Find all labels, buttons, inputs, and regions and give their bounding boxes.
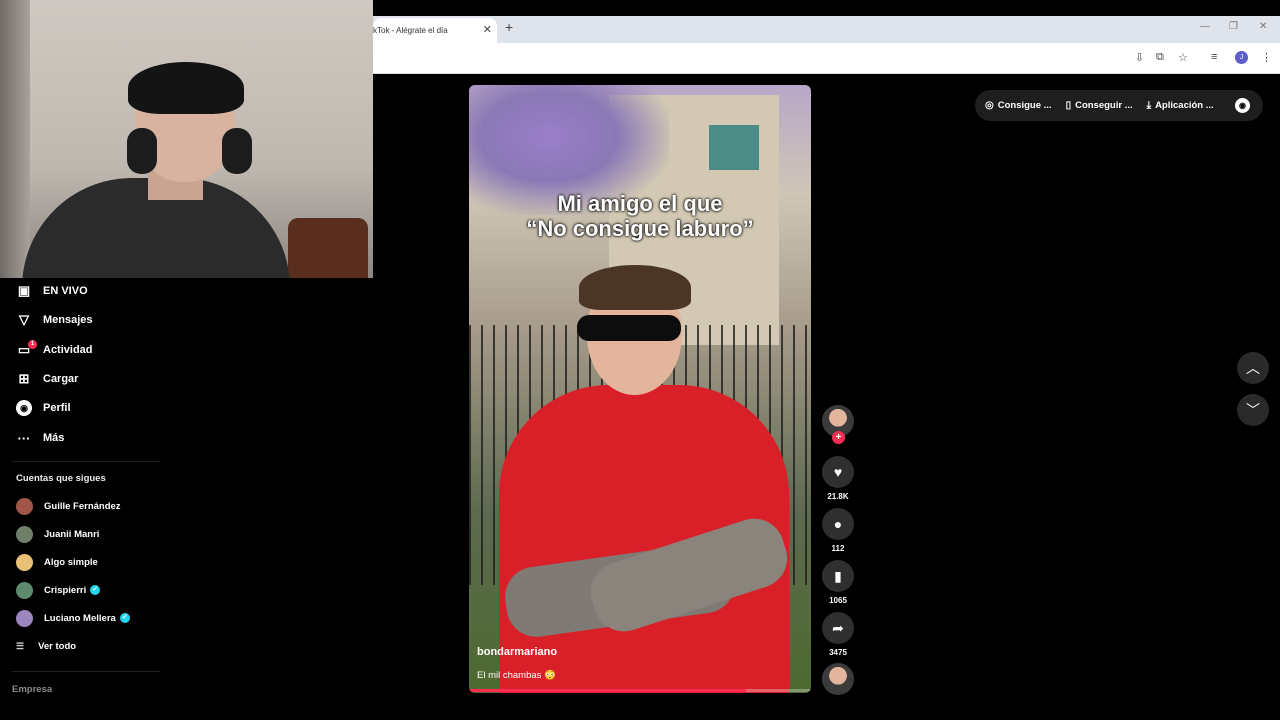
- phone-icon: ▯: [1065, 100, 1072, 111]
- sunglasses: [577, 315, 681, 341]
- list-icon: ☰: [16, 641, 25, 651]
- sidebar-item-label: Más: [43, 432, 65, 444]
- share-count: 3475: [829, 648, 847, 657]
- video-progress-bar[interactable]: [469, 689, 811, 692]
- comment-icon: ●: [833, 516, 843, 532]
- headphone-cup-right: [222, 128, 252, 174]
- headphone-cup-left: [127, 128, 157, 174]
- sidebar-item-label: Perfil: [43, 402, 71, 414]
- streamer-hair: [128, 62, 244, 114]
- video-author-username[interactable]: bondarmariano: [477, 646, 557, 658]
- video-progress-fill: [469, 689, 747, 692]
- verified-icon: ✓: [119, 613, 130, 623]
- following-section-title: Cuentas que sigues: [16, 473, 106, 484]
- profile-icon: ◉: [16, 400, 32, 416]
- upload-icon: ⊞: [18, 371, 30, 386]
- browser-tab[interactable]: kTok - Alégrate el día ✕: [373, 18, 497, 43]
- save-count: 1065: [829, 596, 847, 605]
- browser-menu-icon[interactable]: ⋮: [1261, 51, 1272, 64]
- previous-video-button[interactable]: ︿: [1237, 352, 1269, 384]
- sidebar-item-live[interactable]: ▣ EN VIVO: [16, 281, 88, 301]
- comment-count: 112: [831, 544, 845, 553]
- sidebar-item-upload[interactable]: ⊞ Cargar: [16, 369, 79, 389]
- sidebar-item-profile[interactable]: ◉ Perfil: [16, 398, 71, 418]
- account-name: Guille Fernández: [44, 500, 121, 512]
- following-account[interactable]: Guille Fernández: [16, 497, 121, 515]
- minimize-button[interactable]: —: [1200, 21, 1210, 32]
- account-name: Crispierri: [44, 584, 87, 596]
- tab-title: kTok - Alégrate el día: [373, 26, 448, 35]
- profile-logo-icon[interactable]: ◉: [1235, 98, 1250, 113]
- comment-button[interactable]: ●: [822, 508, 854, 540]
- profile-avatar-button[interactable]: J: [1235, 51, 1248, 64]
- bookmark-star-icon[interactable]: ☆: [1178, 51, 1188, 64]
- sidebar-divider: [12, 461, 160, 462]
- sidebar-item-label: EN VIVO: [43, 285, 88, 297]
- tab-close-icon[interactable]: ✕: [483, 18, 492, 43]
- heart-icon: ♥: [833, 464, 843, 480]
- browser-top-strip: [373, 0, 1280, 16]
- next-video-button[interactable]: ﹀: [1237, 394, 1269, 426]
- sidebar-item-label: Cargar: [43, 373, 79, 385]
- chevron-up-icon: ︿: [1246, 360, 1260, 376]
- account-name: Algo simple: [44, 556, 98, 568]
- close-window-button[interactable]: ✕: [1259, 21, 1267, 32]
- chair: [288, 218, 368, 278]
- sidebar-item-label: Mensajes: [43, 314, 93, 326]
- video-player[interactable]: Mi amigo el que “No consigue laburo” bon…: [469, 85, 811, 693]
- sidebar-item-label: Actividad: [43, 344, 93, 356]
- more-icon: ···: [17, 430, 31, 446]
- account-name: Luciano Mellera: [44, 612, 116, 624]
- share-icon: ➦: [832, 619, 844, 636]
- following-account[interactable]: Crispierri ✓: [16, 581, 101, 599]
- like-button[interactable]: ♥: [822, 456, 854, 488]
- account-name: Juanii Manri: [44, 528, 100, 540]
- following-account[interactable]: Luciano Mellera ✓: [16, 609, 130, 627]
- bookmark-icon: ▮: [834, 567, 842, 584]
- translate-icon[interactable]: ⧉: [1156, 51, 1164, 64]
- media-control-icon[interactable]: ≡: [1211, 51, 1217, 63]
- avatar: [16, 553, 33, 571]
- like-count: 21.8K: [827, 492, 849, 501]
- sidebar-item-more[interactable]: ··· Más: [16, 428, 65, 448]
- install-app-icon[interactable]: ⇩: [1135, 51, 1144, 64]
- avatar: [16, 609, 33, 627]
- activity-badge: 1: [28, 340, 37, 349]
- new-tab-button[interactable]: +: [505, 19, 513, 35]
- avatar: [16, 581, 33, 599]
- see-all-link[interactable]: ☰ Ver todo: [16, 641, 76, 652]
- follow-plus-icon[interactable]: +: [832, 431, 845, 444]
- pill-item-coins[interactable]: ◎ Consigue ...: [985, 100, 1052, 111]
- sidebar-divider: [12, 671, 160, 672]
- chevron-down-icon: ﹀: [1246, 402, 1260, 418]
- company-link[interactable]: Empresa: [12, 684, 52, 695]
- see-all-label: Ver todo: [38, 641, 77, 652]
- music-disc-avatar[interactable]: [822, 663, 854, 695]
- messages-icon: ▽: [19, 312, 29, 327]
- following-account[interactable]: Algo simple: [16, 553, 98, 571]
- following-account[interactable]: Juanii Manri: [16, 525, 99, 543]
- avatar: [16, 497, 33, 515]
- video-description: El mil chambas 😳: [477, 670, 556, 681]
- verified-icon: ✓: [90, 585, 101, 595]
- sidebar-item-messages[interactable]: ▽ Mensajes: [16, 310, 93, 330]
- pill-item-download[interactable]: ⤓ Aplicación ...: [1147, 100, 1214, 111]
- video-caption-overlay: Mi amigo el que “No consigue laburo”: [526, 191, 754, 241]
- live-icon: ▣: [17, 283, 31, 298]
- share-button[interactable]: ➦: [822, 612, 854, 644]
- maximize-button[interactable]: ❐: [1229, 21, 1238, 32]
- webcam-overlay: [0, 0, 373, 278]
- pill-item-app[interactable]: ▯ Conseguir ...: [1066, 100, 1133, 111]
- coin-icon: ◎: [985, 100, 994, 111]
- save-button[interactable]: ▮: [822, 560, 854, 592]
- download-icon: ⤓: [1146, 100, 1152, 111]
- top-action-pill: ◎ Consigue ... ▯ Conseguir ... ⤓ Aplicación…: [975, 90, 1263, 121]
- avatar: [16, 525, 33, 543]
